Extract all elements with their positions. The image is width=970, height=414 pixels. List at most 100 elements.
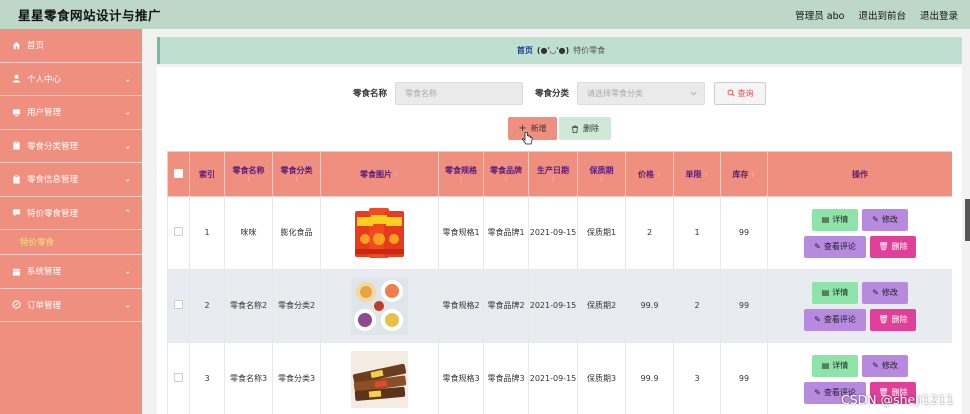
row-checkbox[interactable] bbox=[174, 372, 183, 382]
clipboard-icon bbox=[11, 174, 21, 184]
cell-stock: 99 bbox=[720, 342, 768, 414]
column-header[interactable]: 零食图片 ⇕ bbox=[320, 151, 439, 197]
sort-icon: ⇕ bbox=[750, 171, 756, 179]
sidebar-subitem-special-snack[interactable]: 特价零食 bbox=[0, 230, 142, 255]
edit-button[interactable]: ✎ 修改 bbox=[862, 281, 908, 304]
cell-index: 2 bbox=[189, 269, 225, 343]
admin-user-link[interactable]: 管理员 abo bbox=[795, 8, 844, 22]
column-header[interactable]: 零食分类 ⇕ bbox=[272, 151, 321, 197]
batch-delete-button[interactable]: 删除 bbox=[559, 117, 611, 140]
column-header[interactable]: 零食品牌 ⇕ bbox=[483, 151, 529, 197]
cell-brand: 零食品牌3 bbox=[483, 342, 529, 414]
column-header: 操作 bbox=[767, 151, 952, 197]
column-header[interactable]: 生产日期 ⇕ bbox=[528, 151, 578, 197]
column-header[interactable]: 价格 ⇕ bbox=[625, 151, 674, 197]
cell-spec: 零食规格2 bbox=[438, 269, 484, 343]
cell-category: 膨化食品 bbox=[272, 196, 321, 270]
detail-button[interactable]: ▤ 详情 bbox=[812, 281, 858, 304]
snack-category-select[interactable]: 请选择零食分类 bbox=[577, 81, 706, 105]
snack-category-label: 零食分类 bbox=[535, 89, 570, 99]
sidebar-item-system[interactable]: 系统管理 ⌄ bbox=[0, 255, 142, 289]
delete-button[interactable]: 🗑 删除 bbox=[870, 235, 916, 258]
breadcrumb: 首页 (●'◡'●) 特价零食 bbox=[157, 37, 962, 64]
chevron-down-icon: ⌄ bbox=[124, 300, 131, 310]
cell-price: 99.9 bbox=[625, 269, 674, 343]
cell-price: 99.9 bbox=[625, 342, 674, 414]
sort-icon: ⇕ bbox=[503, 176, 509, 183]
select-all-cell[interactable] bbox=[167, 151, 190, 197]
sidebar-item-home[interactable]: 首页 bbox=[0, 29, 142, 63]
watermark: CSDN @sheji1211 bbox=[841, 392, 954, 407]
compass-icon bbox=[11, 300, 21, 310]
data-table: 索引 零食名称 ⇕ 零食分类 ⇕ 零食图片 ⇕ 零食规格 ⇕ 零食品牌 ⇕ 生产日期 ⇕ 保… bbox=[167, 151, 952, 414]
pencil-icon: ✎ bbox=[872, 214, 879, 224]
search-form: 零食名称 零食名称 零食分类 请选择零食分类 查询 bbox=[157, 81, 962, 105]
sort-icon: ⇕ bbox=[293, 176, 300, 183]
cell-image bbox=[320, 342, 439, 414]
column-header[interactable]: 保质期 ⇕ bbox=[577, 151, 626, 197]
sidebar-item-orders[interactable]: 订单管理 ⌄ bbox=[0, 289, 142, 322]
cell-operations: ▤ 详情 ✎ 修改 ✎ 查看评论 🗑 删除 bbox=[767, 196, 952, 270]
sidebar-item-label: 首页 bbox=[27, 41, 45, 52]
view-comments-button[interactable]: ✎ 查看评论 bbox=[804, 308, 866, 331]
detail-button[interactable]: ▤ 详情 bbox=[812, 354, 858, 377]
trash-icon: 🗑 bbox=[878, 241, 889, 251]
top-bar: 星星零食网站设计与推广 管理员 abo 退出到前台 退出登录 bbox=[0, 0, 970, 29]
delete-button[interactable]: 🗑 删除 bbox=[870, 308, 916, 331]
detail-button[interactable]: ▤ 详情 bbox=[812, 208, 858, 231]
table-row: 1 咪咪 膨化食品 零食规格1 零食品牌1 2021-09-15 保质期1 2 … bbox=[167, 196, 952, 270]
column-header[interactable]: 零食规格 ⇕ bbox=[438, 151, 484, 197]
chevron-down-icon: ⌄ bbox=[124, 266, 131, 276]
document-icon: ▤ bbox=[821, 214, 830, 224]
table-header-row: 索引 零食名称 ⇕ 零食分类 ⇕ 零食图片 ⇕ 零食规格 ⇕ 零食品牌 ⇕ 生产日期 ⇕ 保… bbox=[167, 151, 952, 197]
view-comments-button[interactable]: ✎ 查看评论 bbox=[804, 235, 866, 258]
chevron-down-icon: ⌄ bbox=[124, 107, 131, 117]
column-header[interactable]: 单限 ⇕ bbox=[673, 151, 721, 197]
sidebar-item-snack-category[interactable]: 零食分类管理 ⌄ bbox=[0, 130, 142, 163]
sidebar-item-special-snack[interactable]: 特价零食管理 ⌃ bbox=[0, 197, 142, 230]
row-checkbox[interactable] bbox=[174, 299, 183, 309]
main-area: 首页 (●'◡'●) 特价零食 零食名称 零食名称 零食分类 请选择零食分类 查… bbox=[142, 29, 962, 414]
search-button[interactable]: 查询 bbox=[714, 81, 767, 105]
sidebar-item-snack-info[interactable]: 零食信息管理 ⌄ bbox=[0, 163, 142, 197]
cell-index: 3 bbox=[189, 342, 225, 414]
cell-image bbox=[320, 269, 439, 343]
pencil-icon: ✎ bbox=[872, 360, 879, 370]
sort-icon: ⇕ bbox=[655, 171, 662, 179]
breadcrumb-home[interactable]: 首页 bbox=[517, 45, 533, 56]
chevron-down-icon: ⌄ bbox=[124, 74, 131, 84]
column-header[interactable]: 库存 ⇕ bbox=[720, 151, 768, 197]
chevron-down-icon: ⌄ bbox=[124, 174, 131, 184]
sidebar-item-users[interactable]: 用户管理 ⌄ bbox=[0, 96, 142, 130]
cell-shelf-life: 保质期2 bbox=[577, 269, 626, 343]
column-header[interactable]: 零食名称 ⇕ bbox=[224, 151, 273, 197]
snack-name-input[interactable]: 零食名称 bbox=[395, 81, 523, 105]
cell-date: 2021-09-15 bbox=[528, 269, 578, 343]
document-icon: ▤ bbox=[821, 287, 830, 297]
row-checkbox[interactable] bbox=[174, 226, 183, 236]
sidebar-item-profile[interactable]: 个人中心 ⌄ bbox=[0, 63, 142, 96]
document-icon: ▤ bbox=[821, 360, 830, 370]
back-to-front-link[interactable]: 退出到前台 bbox=[858, 8, 906, 22]
user-icon bbox=[11, 74, 21, 84]
add-button[interactable]: + 新增 bbox=[508, 117, 557, 145]
edit-button[interactable]: ✎ 修改 bbox=[862, 208, 908, 231]
pencil-icon: ✎ bbox=[814, 314, 821, 324]
edit-button[interactable]: ✎ 修改 bbox=[862, 354, 908, 377]
calendar-icon bbox=[11, 266, 21, 276]
cell-name: 零食名称3 bbox=[224, 342, 273, 414]
action-toolbar: + 新增 删除 bbox=[157, 117, 962, 145]
cell-index: 1 bbox=[189, 196, 225, 270]
logout-link[interactable]: 退出登录 bbox=[920, 8, 958, 22]
trash-icon: 🗑 bbox=[878, 314, 889, 324]
sort-icon: ⇕ bbox=[598, 176, 605, 183]
monitor-icon bbox=[11, 107, 21, 117]
cell-category: 零食分类2 bbox=[272, 269, 321, 343]
select-all-checkbox[interactable] bbox=[174, 168, 183, 178]
column-header: 索引 bbox=[189, 151, 225, 197]
sidebar-item-label: 零食分类管理 bbox=[27, 141, 79, 152]
cell-spec: 零食规格1 bbox=[438, 196, 484, 270]
cell-stock: 99 bbox=[720, 196, 768, 270]
cell-date: 2021-09-15 bbox=[528, 342, 578, 414]
scrollbar-thumb[interactable] bbox=[965, 199, 970, 241]
